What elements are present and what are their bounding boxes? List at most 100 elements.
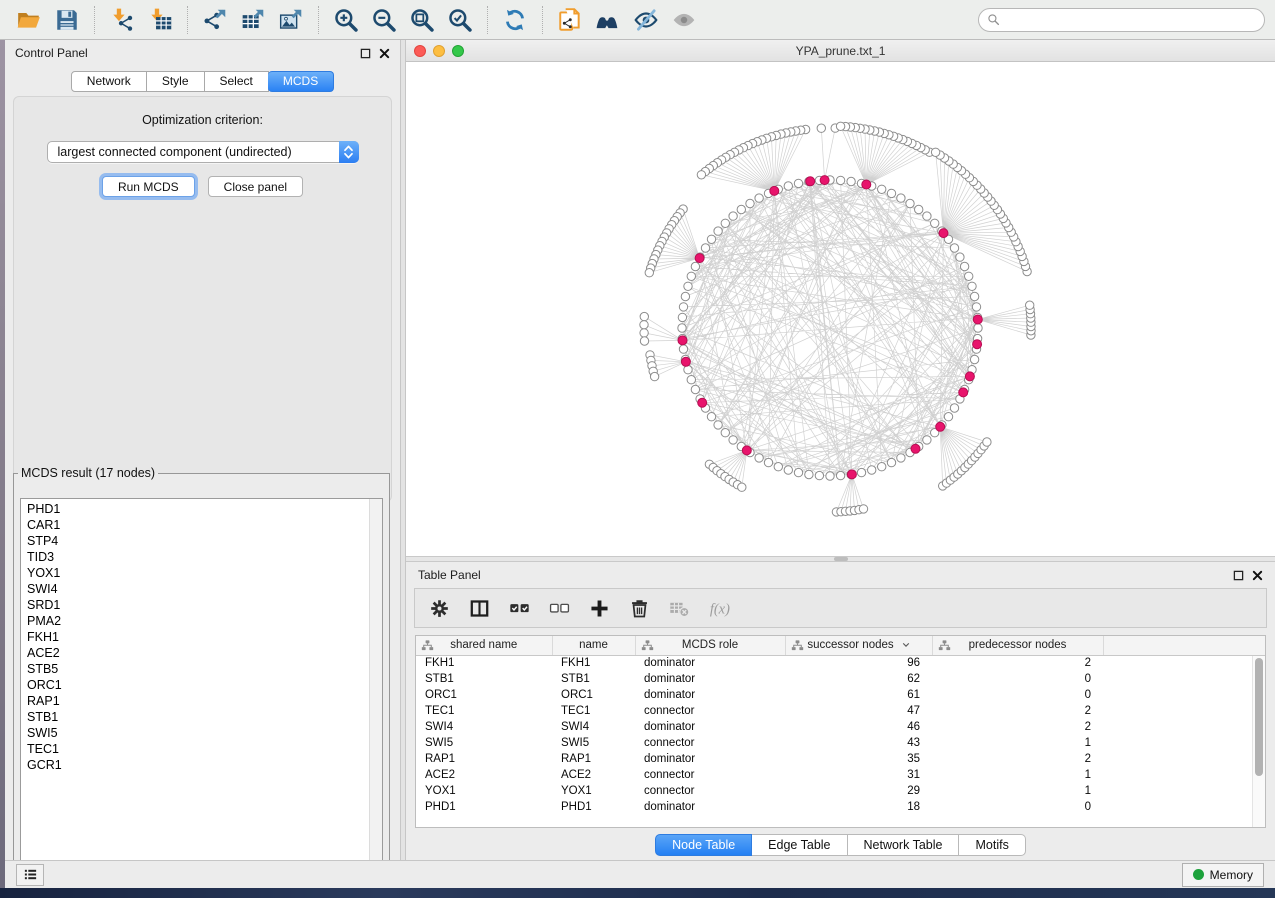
function-builder-icon: f(x) [709, 598, 730, 619]
hide-selected-icon [633, 7, 659, 33]
tab-network[interactable]: Network [71, 71, 147, 92]
tab-style[interactable]: Style [147, 71, 205, 92]
refresh-icon [502, 7, 528, 33]
mcds-result-item[interactable]: SWI5 [27, 725, 368, 741]
mcds-result-item[interactable]: PMA2 [27, 613, 368, 629]
mcds-result-item[interactable]: ORC1 [27, 677, 368, 693]
cell: dominator [635, 719, 785, 735]
mcds-result-item[interactable]: SWI4 [27, 581, 368, 597]
float-table-panel-icon[interactable] [1233, 570, 1244, 581]
table-row[interactable]: ACE2ACE2connector311 [416, 767, 1265, 783]
column-header-MCDS-role[interactable]: MCDS role [635, 636, 785, 655]
table-row[interactable]: RAP1RAP1dominator352 [416, 751, 1265, 767]
toolbar-clone-network-button[interactable] [551, 4, 589, 36]
app-window: Control Panel NetworkStyleSelectMCDS Opt… [0, 0, 1275, 888]
cell: ORC1 [416, 687, 552, 703]
close-panel-button[interactable]: Close panel [208, 176, 303, 197]
toolbar-first-neighbors-button[interactable] [589, 4, 627, 36]
open-session-icon [16, 7, 42, 33]
table-row[interactable]: FKH1FKH1dominator962 [416, 655, 1265, 671]
tab-mcds[interactable]: MCDS [268, 71, 334, 92]
mcds-result-item[interactable]: TEC1 [27, 741, 368, 757]
column-header-predecessor-nodes[interactable]: predecessor nodes [932, 636, 1103, 655]
mcds-result-item[interactable]: YOX1 [27, 565, 368, 581]
cell: RAP1 [552, 751, 635, 767]
close-panel-icon[interactable] [379, 48, 390, 59]
mcds-result-item[interactable]: ACE2 [27, 645, 368, 661]
delete-column-button[interactable] [629, 598, 650, 619]
table-scrollbar-thumb[interactable] [1255, 658, 1263, 776]
table-row[interactable]: PHD1PHD1dominator180 [416, 799, 1265, 815]
table-row[interactable]: STB1STB1dominator620 [416, 671, 1265, 687]
cell [1103, 735, 1265, 751]
mcds-result-item[interactable]: STB1 [27, 709, 368, 725]
tab-network-table[interactable]: Network Table [848, 834, 960, 856]
table-settings-button[interactable] [429, 598, 450, 619]
import-network-icon [109, 7, 135, 33]
cell: SWI4 [416, 719, 552, 735]
result-list-scrollbar[interactable] [369, 499, 382, 870]
optimization-criterion-label: Optimization criterion: [14, 113, 391, 127]
mcds-result-item[interactable]: STP4 [27, 533, 368, 549]
toolbar-refresh-button[interactable] [496, 4, 534, 36]
tab-node-table[interactable]: Node Table [655, 834, 752, 856]
tab-edge-table[interactable]: Edge Table [752, 834, 847, 856]
toolbar-export-image-button[interactable] [272, 4, 310, 36]
run-mcds-button[interactable]: Run MCDS [102, 176, 195, 197]
toolbar-import-table-button[interactable] [141, 4, 179, 36]
svg-text:f(x): f(x) [710, 601, 730, 617]
toolbar-zoom-out-button[interactable] [365, 4, 403, 36]
cell: 31 [785, 767, 932, 783]
task-history-button[interactable] [16, 864, 44, 886]
mcds-result-item[interactable]: PHD1 [27, 501, 368, 517]
cell: SWI5 [416, 735, 552, 751]
mcds-result-list[interactable]: PHD1CAR1STP4TID3YOX1SWI4SRD1PMA2FKH1ACE2… [21, 499, 368, 870]
table-row[interactable]: SWI4SWI4dominator462 [416, 719, 1265, 735]
toolbar-zoom-selected-button[interactable] [441, 4, 479, 36]
toolbar-export-table-button[interactable] [234, 4, 272, 36]
table-scrollbar[interactable] [1252, 656, 1265, 827]
toolbar-open-session-button[interactable] [10, 4, 48, 36]
column-header-shared-name[interactable]: shared name [416, 636, 552, 655]
show-columns-button[interactable] [469, 598, 490, 619]
deselect-all-rows-button[interactable] [549, 598, 570, 619]
mcds-result-item[interactable]: RAP1 [27, 693, 368, 709]
mcds-result-item[interactable]: SRD1 [27, 597, 368, 613]
table-row[interactable]: YOX1YOX1connector291 [416, 783, 1265, 799]
float-panel-icon[interactable] [360, 48, 371, 59]
show-columns-icon [469, 598, 490, 619]
table-row[interactable]: ORC1ORC1dominator610 [416, 687, 1265, 703]
toolbar-zoom-in-button[interactable] [327, 4, 365, 36]
close-table-panel-icon[interactable] [1252, 570, 1263, 581]
network-view-titlebar: YPA_prune.txt_1 [406, 40, 1275, 62]
cell: 2 [932, 703, 1103, 719]
mcds-result-item[interactable]: GCR1 [27, 757, 368, 773]
select-all-rows-button[interactable] [509, 598, 530, 619]
criterion-select[interactable]: largest connected component (undirected) [47, 141, 359, 163]
tab-select[interactable]: Select [205, 71, 269, 92]
network-canvas[interactable] [406, 62, 1275, 556]
memory-button[interactable]: Memory [1182, 863, 1264, 887]
add-column-button[interactable] [589, 598, 610, 619]
mcds-result-item[interactable]: FKH1 [27, 629, 368, 645]
column-header-name[interactable]: name [552, 636, 635, 655]
toolbar-hide-selected-button[interactable] [627, 4, 665, 36]
search-input[interactable] [1005, 11, 1256, 29]
mcds-result-item[interactable]: CAR1 [27, 517, 368, 533]
toolbar-import-network-button[interactable] [103, 4, 141, 36]
table-row[interactable]: SWI5SWI5connector431 [416, 735, 1265, 751]
toolbar-separator [318, 6, 319, 34]
toolbar-export-network-button[interactable] [196, 4, 234, 36]
column-header-successor-nodes[interactable]: successor nodes [785, 636, 932, 655]
table-row[interactable]: TEC1TEC1connector472 [416, 703, 1265, 719]
cell: 2 [932, 719, 1103, 735]
zoom-selected-icon [447, 7, 473, 33]
mcds-result-item[interactable]: TID3 [27, 549, 368, 565]
network-title: YPA_prune.txt_1 [406, 44, 1275, 58]
toolbar-save-session-button[interactable] [48, 4, 86, 36]
zoom-out-icon [371, 7, 397, 33]
tab-motifs[interactable]: Motifs [959, 834, 1025, 856]
mcds-result-item[interactable]: STB5 [27, 661, 368, 677]
toolbar-zoom-fit-button[interactable] [403, 4, 441, 36]
search-box[interactable] [978, 8, 1265, 32]
